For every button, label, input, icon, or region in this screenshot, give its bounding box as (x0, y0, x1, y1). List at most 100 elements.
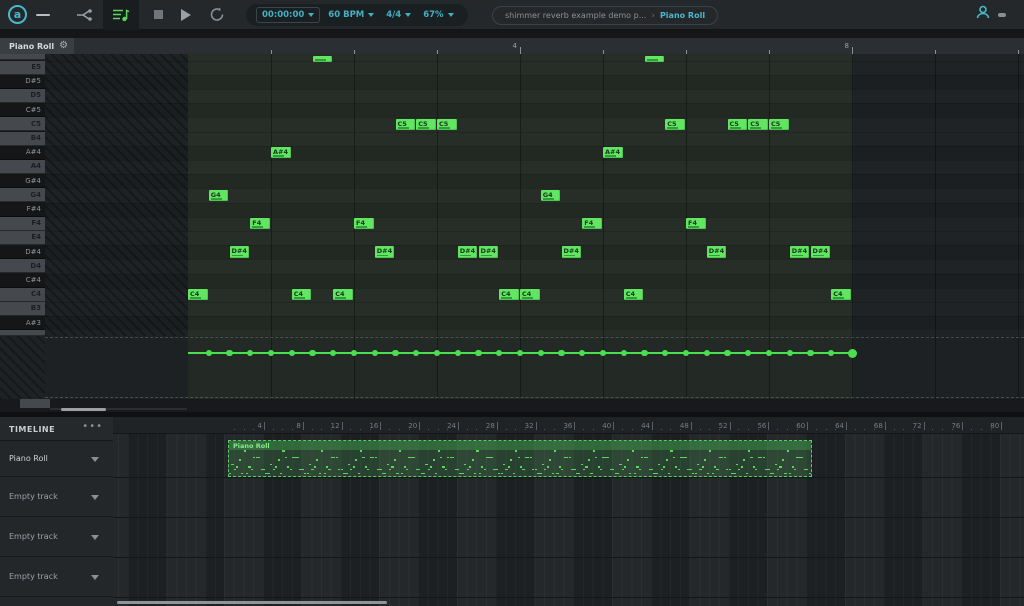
midi-note[interactable]: D#4 (790, 246, 810, 258)
timeline-arrangement-area[interactable]: 48121620242832364044485256606468727680 P… (113, 417, 1024, 606)
bpm-dropdown[interactable]: 60 BPM (324, 10, 378, 20)
midi-note[interactable]: C5 (769, 119, 789, 131)
midi-note[interactable]: C4 (292, 289, 312, 301)
velocity-dot[interactable] (309, 350, 315, 356)
midi-note[interactable]: C4 (188, 289, 208, 301)
piano-roll-tab[interactable]: Piano Roll ⚙ (0, 38, 74, 54)
midi-note[interactable]: F4 (250, 218, 270, 230)
piano-roll-clip[interactable]: Piano Roll (228, 440, 812, 477)
loop-button[interactable] (200, 0, 234, 30)
midi-note[interactable]: C5 (396, 119, 416, 131)
mini-note (678, 469, 680, 471)
midi-note[interactable]: C5 (748, 119, 768, 131)
midi-note[interactable]: C5 (437, 119, 457, 131)
mini-note (792, 466, 794, 468)
midi-note[interactable]: D#4 (707, 246, 727, 258)
track-row-empty-track[interactable]: Empty track (0, 557, 113, 597)
track-chevron-down-icon[interactable] (91, 457, 99, 462)
clip-title-bar[interactable]: Piano Roll (229, 441, 811, 450)
piano-key-C#5[interactable]: C#5 (0, 103, 45, 117)
breadcrumb-project-name[interactable]: shimmer reverb example demo p... (505, 11, 646, 20)
time-display[interactable]: 00:00:00 (256, 7, 320, 23)
track-chevron-down-icon[interactable] (91, 575, 99, 580)
velocity-dot[interactable] (475, 350, 481, 356)
piano-key-A#3[interactable]: A#3 (0, 316, 45, 330)
piano-key-partial-bottom[interactable] (0, 330, 45, 336)
breadcrumb[interactable]: shimmer reverb example demo p... › Piano… (492, 6, 718, 25)
piano-roll-hscroll-thumb[interactable] (61, 408, 106, 411)
midi-note[interactable]: C4 (624, 289, 644, 301)
stop-button[interactable] (145, 0, 172, 30)
midi-note[interactable]: C4 (520, 289, 540, 301)
time-signature-dropdown[interactable]: 4/4 (382, 10, 415, 20)
midi-note[interactable]: D#4 (811, 246, 831, 258)
piano-key-F4[interactable]: F4 (0, 217, 45, 231)
piano-roll-ruler[interactable]: Piano Roll ⚙ 48 (0, 38, 1024, 54)
midi-note[interactable]: C4 (499, 289, 519, 301)
midi-note[interactable]: C4 (831, 289, 851, 301)
timeline-menu-icon[interactable]: ••• (82, 421, 103, 432)
piano-key-G#4[interactable]: G#4 (0, 174, 45, 188)
midi-note[interactable]: C5 (728, 119, 748, 131)
piano-roll-grid[interactable]: C4G4D#4F4A#4C4C4F4D#4C5C5C5D#4D#4C4C4G4D… (0, 54, 1024, 336)
midi-note[interactable]: D#4 (479, 246, 499, 258)
midi-note[interactable]: F4 (354, 218, 374, 230)
piano-key-D5[interactable]: D5 (0, 89, 45, 103)
user-account-icon[interactable] (976, 5, 990, 19)
piano-key-F#4[interactable]: F#4 (0, 203, 45, 217)
piano-roll-editor-icon[interactable] (103, 0, 139, 30)
routing-icon[interactable] (67, 0, 103, 30)
piano-key-D4[interactable]: D4 (0, 259, 45, 273)
midi-note[interactable]: D#4 (562, 246, 582, 258)
velocity-dot[interactable] (641, 350, 647, 356)
piano-key-C5[interactable]: C5 (0, 117, 45, 131)
track-chevron-down-icon[interactable] (91, 495, 99, 500)
velocity-dot[interactable] (226, 350, 232, 356)
midi-note[interactable]: D#4 (230, 246, 250, 258)
piano-key-B4[interactable]: B4 (0, 132, 45, 146)
piano-key-E4[interactable]: E4 (0, 231, 45, 245)
velocity-dot[interactable] (724, 350, 730, 356)
track-row-empty-track[interactable]: Empty track (0, 517, 113, 557)
midi-note-partial[interactable] (645, 56, 665, 62)
midi-note[interactable]: F4 (686, 218, 706, 230)
piano-key-G4[interactable]: G4 (0, 188, 45, 202)
midi-note[interactable]: A#4 (271, 147, 291, 159)
piano-key-D#4[interactable]: D#4 (0, 245, 45, 259)
zoom-dropdown[interactable]: 67% (419, 10, 457, 20)
piano-key-D#5[interactable]: D#5 (0, 75, 45, 89)
piano-key-partial-top[interactable] (0, 54, 45, 60)
midi-note[interactable]: D#4 (375, 246, 395, 258)
midi-note[interactable]: C5 (416, 119, 436, 131)
velocity-dot[interactable] (392, 350, 398, 356)
velocity-lane[interactable] (0, 336, 1024, 399)
track-chevron-down-icon[interactable] (91, 535, 99, 540)
track-row-piano-roll[interactable]: Piano Roll (0, 441, 113, 477)
gear-icon[interactable]: ⚙ (59, 41, 68, 51)
midi-note[interactable]: A#4 (603, 147, 623, 159)
piano-roll-overview-strip[interactable] (0, 30, 1024, 38)
velocity-dot[interactable] (807, 350, 813, 356)
piano-key-B3[interactable]: B3 (0, 302, 45, 316)
midi-note[interactable]: C5 (665, 119, 685, 131)
midi-note[interactable]: D#4 (458, 246, 478, 258)
timeline-ruler[interactable]: 48121620242832364044485256606468727680 (113, 417, 1024, 434)
midi-note[interactable]: G4 (541, 190, 561, 202)
piano-key-A4[interactable]: A4 (0, 160, 45, 174)
piano-key-A#4[interactable]: A#4 (0, 146, 45, 160)
midi-note[interactable]: G4 (209, 190, 229, 202)
midi-note-partial[interactable] (313, 56, 333, 62)
velocity-dot[interactable] (848, 349, 857, 358)
app-logo-icon[interactable]: a (8, 5, 27, 24)
play-button[interactable] (172, 0, 200, 30)
velocity-dot[interactable] (558, 350, 564, 356)
breadcrumb-current-page[interactable]: Piano Roll (660, 11, 705, 20)
piano-key-E5[interactable]: E5 (0, 61, 45, 75)
menu-icon[interactable] (27, 0, 59, 30)
midi-note[interactable]: F4 (582, 218, 602, 230)
midi-note[interactable]: C4 (333, 289, 353, 301)
piano-key-C4[interactable]: C4 (0, 288, 45, 302)
piano-key-C#4[interactable]: C#4 (0, 274, 45, 288)
timeline-hscroll-thumb[interactable] (117, 601, 387, 604)
track-row-empty-track[interactable]: Empty track (0, 477, 113, 517)
